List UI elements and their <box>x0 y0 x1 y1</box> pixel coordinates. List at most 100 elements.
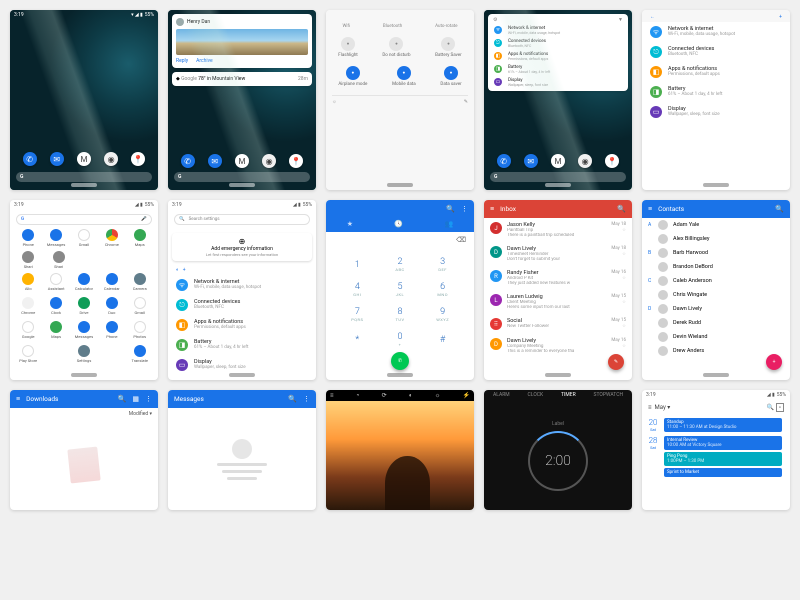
dialkey-3[interactable]: 3DEF <box>421 252 464 277</box>
contact-item[interactable]: BBarb Harwood <box>642 246 790 260</box>
dock-app-chrome[interactable]: ◉ <box>578 154 592 168</box>
app-messages[interactable]: Messages <box>44 229 68 247</box>
dock-app-phone[interactable]: ✆ <box>181 154 195 168</box>
tab-timer[interactable]: TIMER <box>561 392 576 398</box>
qs-plane[interactable]: ●Airplane mode <box>338 66 367 87</box>
nav-pill[interactable] <box>229 373 255 377</box>
search-icon[interactable]: 🔍 <box>118 395 127 403</box>
app-chrome[interactable]: Chrome <box>16 297 40 315</box>
call-button[interactable]: ✆ <box>391 352 409 370</box>
dock-app-gmail[interactable]: M <box>551 154 565 168</box>
dock-app-chrome[interactable]: ◉ <box>262 154 276 168</box>
dialkey-2[interactable]: 2ABC <box>379 252 422 277</box>
contact-item[interactable]: DDawn Lively <box>642 302 790 316</box>
app-clock[interactable]: Clock <box>44 297 68 315</box>
settings-item[interactable]: ▭DisplayWallpaper, sleep, font size <box>490 76 626 89</box>
dialkey-0[interactable]: 0+ <box>379 327 422 352</box>
qs-batt[interactable]: ●Battery Saver <box>435 37 462 58</box>
motion-icon[interactable]: ◐ <box>409 392 413 399</box>
sort-dropdown[interactable]: Modified ▾ <box>129 411 152 417</box>
settings-item[interactable]: ◧Apps & notificationsPermissions, defaul… <box>490 50 626 63</box>
weather-card[interactable]: ◆ Google 78° in Mountain View 28m <box>172 72 312 86</box>
contact-item[interactable]: Chris Wingate <box>642 288 790 302</box>
app-camera[interactable]: Camera <box>128 273 152 291</box>
tab-recent[interactable]: 🕓 <box>394 220 403 228</box>
menu-icon[interactable]: ≡ <box>16 395 20 403</box>
dock-app-gmail[interactable]: M <box>77 152 91 166</box>
qs-flash[interactable]: ●Flashlight <box>338 37 358 58</box>
calendar-event[interactable]: Standup11:00 – 11:30 AM at Design Studio <box>664 418 782 432</box>
mail-item[interactable]: JJason KellyPaintball TripThere is a pai… <box>484 218 632 242</box>
search-icon[interactable]: 🔍 <box>446 205 455 213</box>
dock-app-gmail[interactable]: M <box>235 154 249 168</box>
mail-item[interactable]: DDawn LivelyCompany MeetingThis is a rem… <box>484 334 632 358</box>
nav-pill[interactable] <box>387 373 413 377</box>
mail-item[interactable]: ⠿SocialNew Twitter FollowerMay 15☆ <box>484 314 632 334</box>
qs-saver[interactable]: ●Data saver <box>440 66 461 87</box>
dock-app-maps[interactable]: 📍 <box>131 152 145 166</box>
settings-item[interactable]: ⎋Connected devicesBluetooth, NFC <box>642 42 790 62</box>
dialkey-6[interactable]: 6MNO <box>421 277 464 302</box>
settings-item[interactable]: ⎋Connected devicesBluetooth, NFC <box>490 37 626 50</box>
search-icon[interactable]: 🔍 <box>617 205 626 213</box>
wb-icon[interactable]: ☼ <box>435 392 441 399</box>
dialkey-7[interactable]: 7PQRS <box>336 302 379 327</box>
app-messages[interactable]: Messages <box>72 321 96 339</box>
nav-pill[interactable] <box>71 183 97 187</box>
dialkey-#[interactable]: # <box>421 327 464 352</box>
hdr-icon[interactable]: ⟳ <box>382 392 387 399</box>
tab-alarm[interactable]: ALARM <box>493 392 510 398</box>
app-settings[interactable]: Settings <box>72 345 96 363</box>
app-allo[interactable]: Allo <box>16 273 40 291</box>
calendar-event[interactable]: Internal Review10:00 AM at Victory Squar… <box>664 436 782 450</box>
timer-label[interactable]: Label <box>552 421 564 427</box>
settings-search[interactable]: 🔍 Search settings <box>174 214 310 225</box>
tab-contacts[interactable]: 👥 <box>445 220 454 228</box>
app-gmail[interactable]: Gmail <box>72 229 96 247</box>
dock-app-messages[interactable]: ✉ <box>524 154 538 168</box>
app-maps[interactable]: Maps <box>128 229 152 247</box>
contact-item[interactable]: Devin Wieland <box>642 330 790 344</box>
camera-viewfinder[interactable] <box>326 401 474 510</box>
dialkey-*[interactable]: * <box>336 327 379 352</box>
add-contact-fab[interactable]: + <box>766 354 782 370</box>
app-gmail[interactable]: Gmail <box>128 297 152 315</box>
emergency-info-card[interactable]: ⊕ Add emergency information Let first re… <box>172 233 312 261</box>
search-icon[interactable]: 🔍 <box>775 205 784 213</box>
dialkey-1[interactable]: 1 <box>336 252 379 277</box>
mail-item[interactable]: DDawn LivelyTimesheet ReminderDon't forg… <box>484 242 632 266</box>
flash-icon[interactable]: ⚡ <box>462 392 469 399</box>
google-search-pill[interactable]: G <box>16 172 152 182</box>
dock-app-messages[interactable]: ✉ <box>50 152 64 166</box>
menu-icon[interactable]: ≡ <box>490 205 494 213</box>
app-phone[interactable]: Phone <box>16 229 40 247</box>
contact-item[interactable]: Brandon DeBord <box>642 260 790 274</box>
dock-app-phone[interactable]: ✆ <box>23 152 37 166</box>
app-calendar[interactable]: Calendar <box>100 273 124 291</box>
timer-dial[interactable]: 2:00 <box>528 431 588 491</box>
back-icon[interactable]: ← <box>650 14 655 20</box>
app-photos[interactable]: Photos <box>128 321 152 339</box>
compose-fab[interactable]: ✎ <box>608 354 624 370</box>
dock-app-maps[interactable]: 📍 <box>289 154 303 168</box>
app-assistant[interactable]: Assistant <box>44 273 68 291</box>
suggested-contact[interactable]: Shari <box>46 251 70 269</box>
view-icon[interactable]: ▦ <box>132 395 139 403</box>
menu-icon[interactable]: ≡ <box>330 392 334 399</box>
app-google[interactable]: Google <box>16 321 40 339</box>
overflow-icon[interactable]: ⋮ <box>145 395 152 403</box>
contact-item[interactable]: Alex Billingsley <box>642 232 790 246</box>
month-label[interactable]: May <box>655 404 666 411</box>
menu-icon[interactable]: ≡ <box>648 205 652 213</box>
nav-pill[interactable] <box>387 183 413 187</box>
settings-item[interactable]: ▭DisplayWallpaper, sleep, font size <box>168 355 316 375</box>
settings-item[interactable]: ⎋Connected devicesBluetooth, NFC <box>168 295 316 315</box>
mail-item[interactable]: LLauren LudwigClient MeetingHere's some … <box>484 290 632 314</box>
drawer-search[interactable]: G 🎤 <box>16 214 152 225</box>
mail-item[interactable]: RRandy FisherAndroid P KitThey just adde… <box>484 266 632 290</box>
suggested-contact[interactable]: Shari <box>16 251 40 269</box>
mic-icon[interactable]: 🎤 <box>141 217 147 222</box>
app-calculator[interactable]: Calculator <box>72 273 96 291</box>
google-search-pill[interactable]: G <box>174 172 310 182</box>
dialkey-5[interactable]: 5JKL <box>379 277 422 302</box>
